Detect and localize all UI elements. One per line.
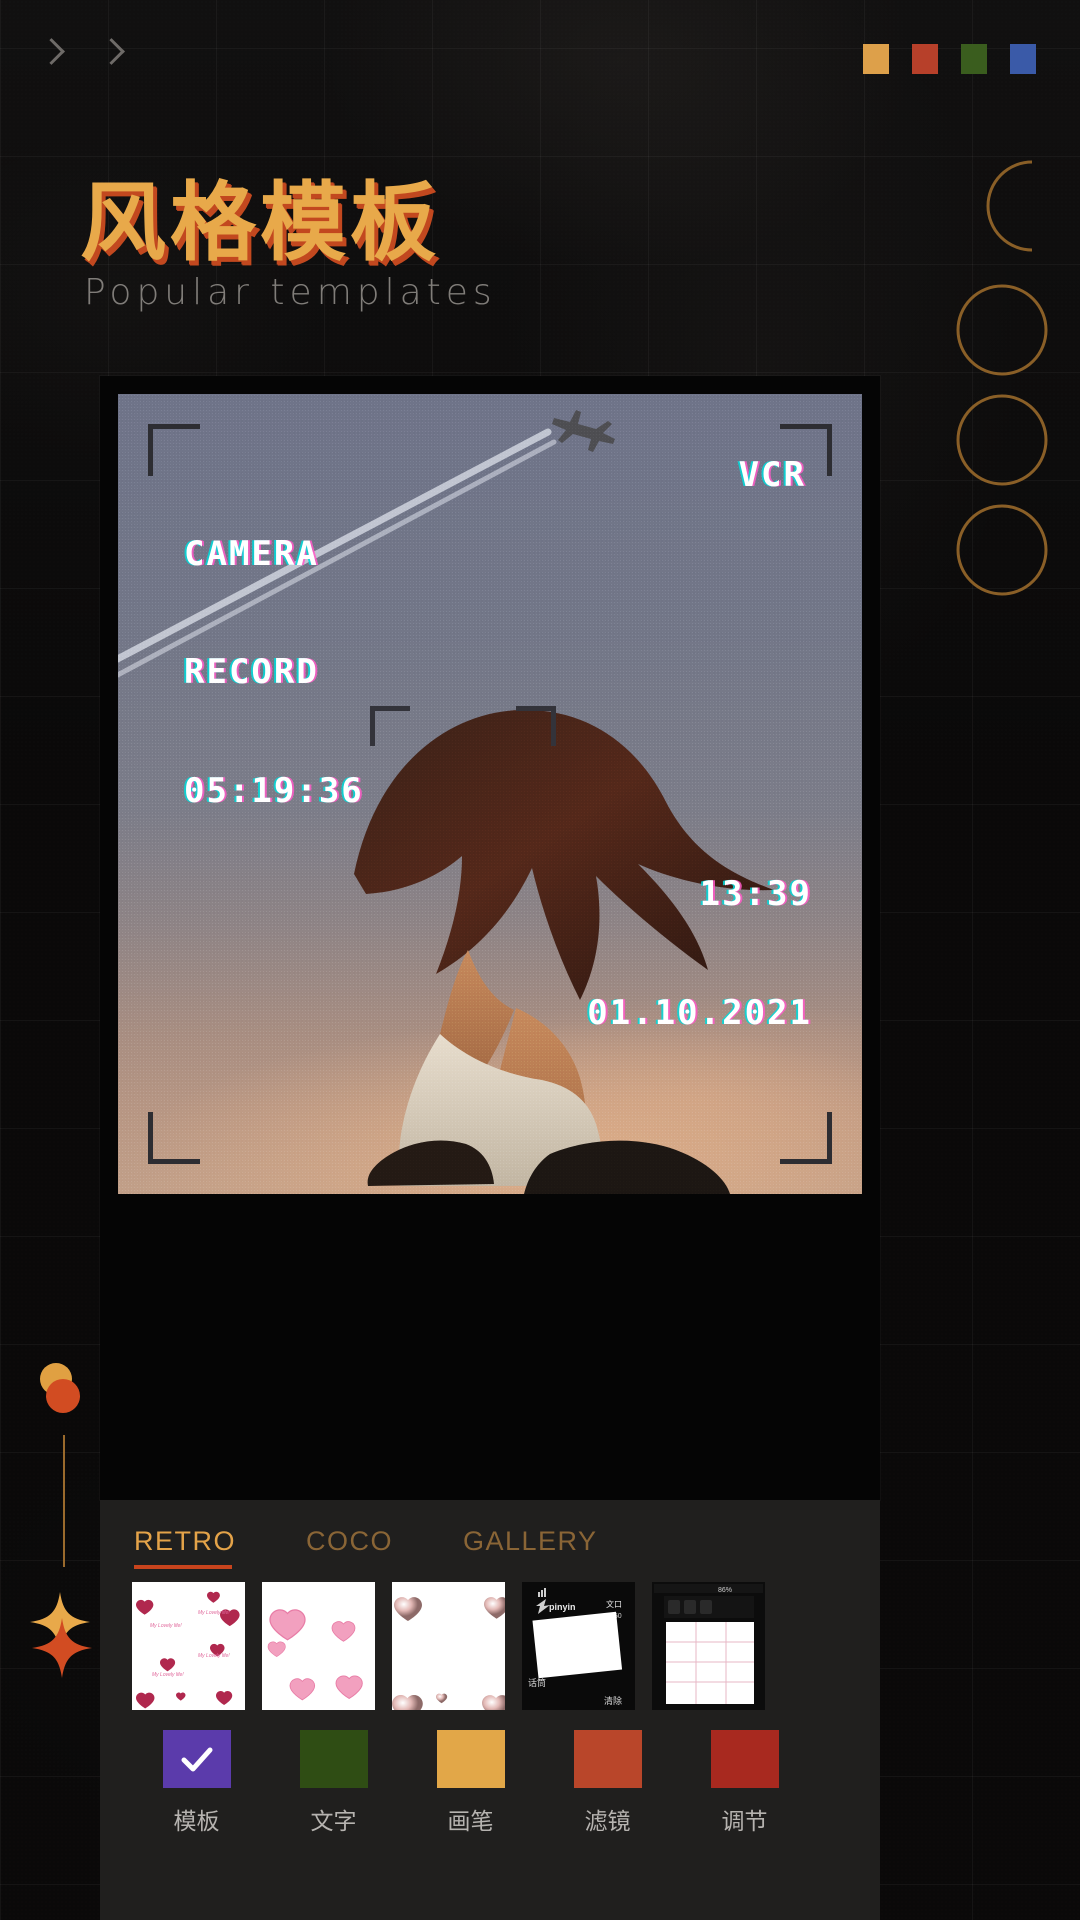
swatch-amber[interactable] [863,44,889,74]
top-bar [0,0,1080,110]
svg-text:My Lovely life!: My Lovely life! [152,1672,184,1678]
decor-vertical-line [63,1435,65,1567]
decor-dot-red [46,1379,80,1413]
nav-chevrons [38,36,126,72]
thumbnail-black-frame[interactable]: pinyin 文口 8:50 话筒 清除 [522,1582,635,1710]
thumbnail-hearts-small[interactable]: My Lovely life! My Lovely life! My Lovel… [132,1582,245,1710]
page-subtitle: Popular templates [84,272,497,313]
decor-dots [34,1363,94,1423]
tool-label-adjust: 调节 [721,1809,768,1835]
svg-text:86%: 86% [718,1587,732,1594]
overlay-timecode: 05:19:36 [184,770,364,811]
thumbnail-pearl-hearts[interactable] [392,1582,505,1710]
chevron-right-icon[interactable] [38,36,66,72]
template-tabs: RETRO COCO GALLERY [134,1526,598,1569]
tab-gallery[interactable]: GALLERY [463,1526,598,1569]
svg-text:My Lovely life!: My Lovely life! [150,1623,182,1629]
tool-label-filter: 滤镜 [584,1809,631,1835]
tool-label-brush: 画笔 [447,1809,494,1835]
overlay-record-label: RECORD [184,652,319,693]
adjust-icon [710,1730,779,1788]
overlay-timestamp: 13:39 01.10.2021 [587,797,812,1113]
overlay-camera-status: CAMERA RECORD 05:19:36 [184,456,364,890]
thumbnail-hearts-large[interactable] [262,1582,375,1710]
tool-template[interactable]: 模板 [128,1730,265,1836]
overlay-stamp-date: 01.10.2021 [587,992,812,1033]
tool-label-template: 模板 [173,1809,220,1835]
svg-text:pinyin: pinyin [549,1602,576,1612]
swatch-red[interactable] [912,44,938,74]
viewfinder-bracket-br [780,1112,832,1164]
filter-icon [573,1730,642,1788]
svg-text:清除: 清除 [604,1695,622,1707]
tool-filter[interactable]: 滤镜 [539,1730,676,1836]
tool-text[interactable]: 文字 [265,1730,402,1836]
brush-icon [436,1730,505,1788]
check-icon [181,1747,212,1772]
swatch-blue[interactable] [1010,44,1036,74]
decor-sparkle-icon [26,1590,98,1680]
overlay-camera-label: CAMERA [184,533,319,574]
app-root: 风格模板 Popular templates CAMERA RECORD 05:… [0,0,1080,1920]
tab-retro[interactable]: RETRO [134,1526,236,1569]
text-icon [299,1730,368,1788]
tool-adjust[interactable]: 调节 [676,1730,813,1836]
svg-text:话筒: 话筒 [528,1677,546,1689]
overlay-mode-label: VCR [738,455,806,495]
thumbnail-phone-screen[interactable]: 86% [652,1582,765,1710]
preview-photo[interactable]: CAMERA RECORD 05:19:36 VCR 13:39 01.10.2… [118,394,862,1194]
viewfinder-bracket-bl [148,1112,200,1164]
chevron-right-icon[interactable] [98,36,126,72]
svg-text:My Lovely life!: My Lovely life! [198,1653,230,1659]
template-thumbnail-list: My Lovely life! My Lovely life! My Lovel… [132,1582,765,1710]
overlay-stamp-time: 13:39 [699,874,812,915]
editor-toolbar: 模板 文字 画笔 滤镜 调节 [128,1730,813,1836]
svg-text:文口: 文口 [606,1599,622,1609]
tab-coco[interactable]: COCO [306,1526,393,1569]
page-title: 风格模板 [80,173,440,273]
viewfinder-bracket-center-right [516,706,556,746]
svg-text:My Lovely life!: My Lovely life! [198,1610,230,1616]
preview-card: CAMERA RECORD 05:19:36 VCR 13:39 01.10.2… [100,376,880,1500]
template-icon [162,1730,231,1788]
viewfinder-bracket-center-left [370,706,410,746]
editor-panel: RETRO COCO GALLERY My Lovely life! My Lo… [100,1500,880,1920]
tool-brush[interactable]: 画笔 [402,1730,539,1836]
swatch-green[interactable] [961,44,987,74]
tool-label-text: 文字 [310,1809,357,1835]
header-swatches [863,44,1036,74]
